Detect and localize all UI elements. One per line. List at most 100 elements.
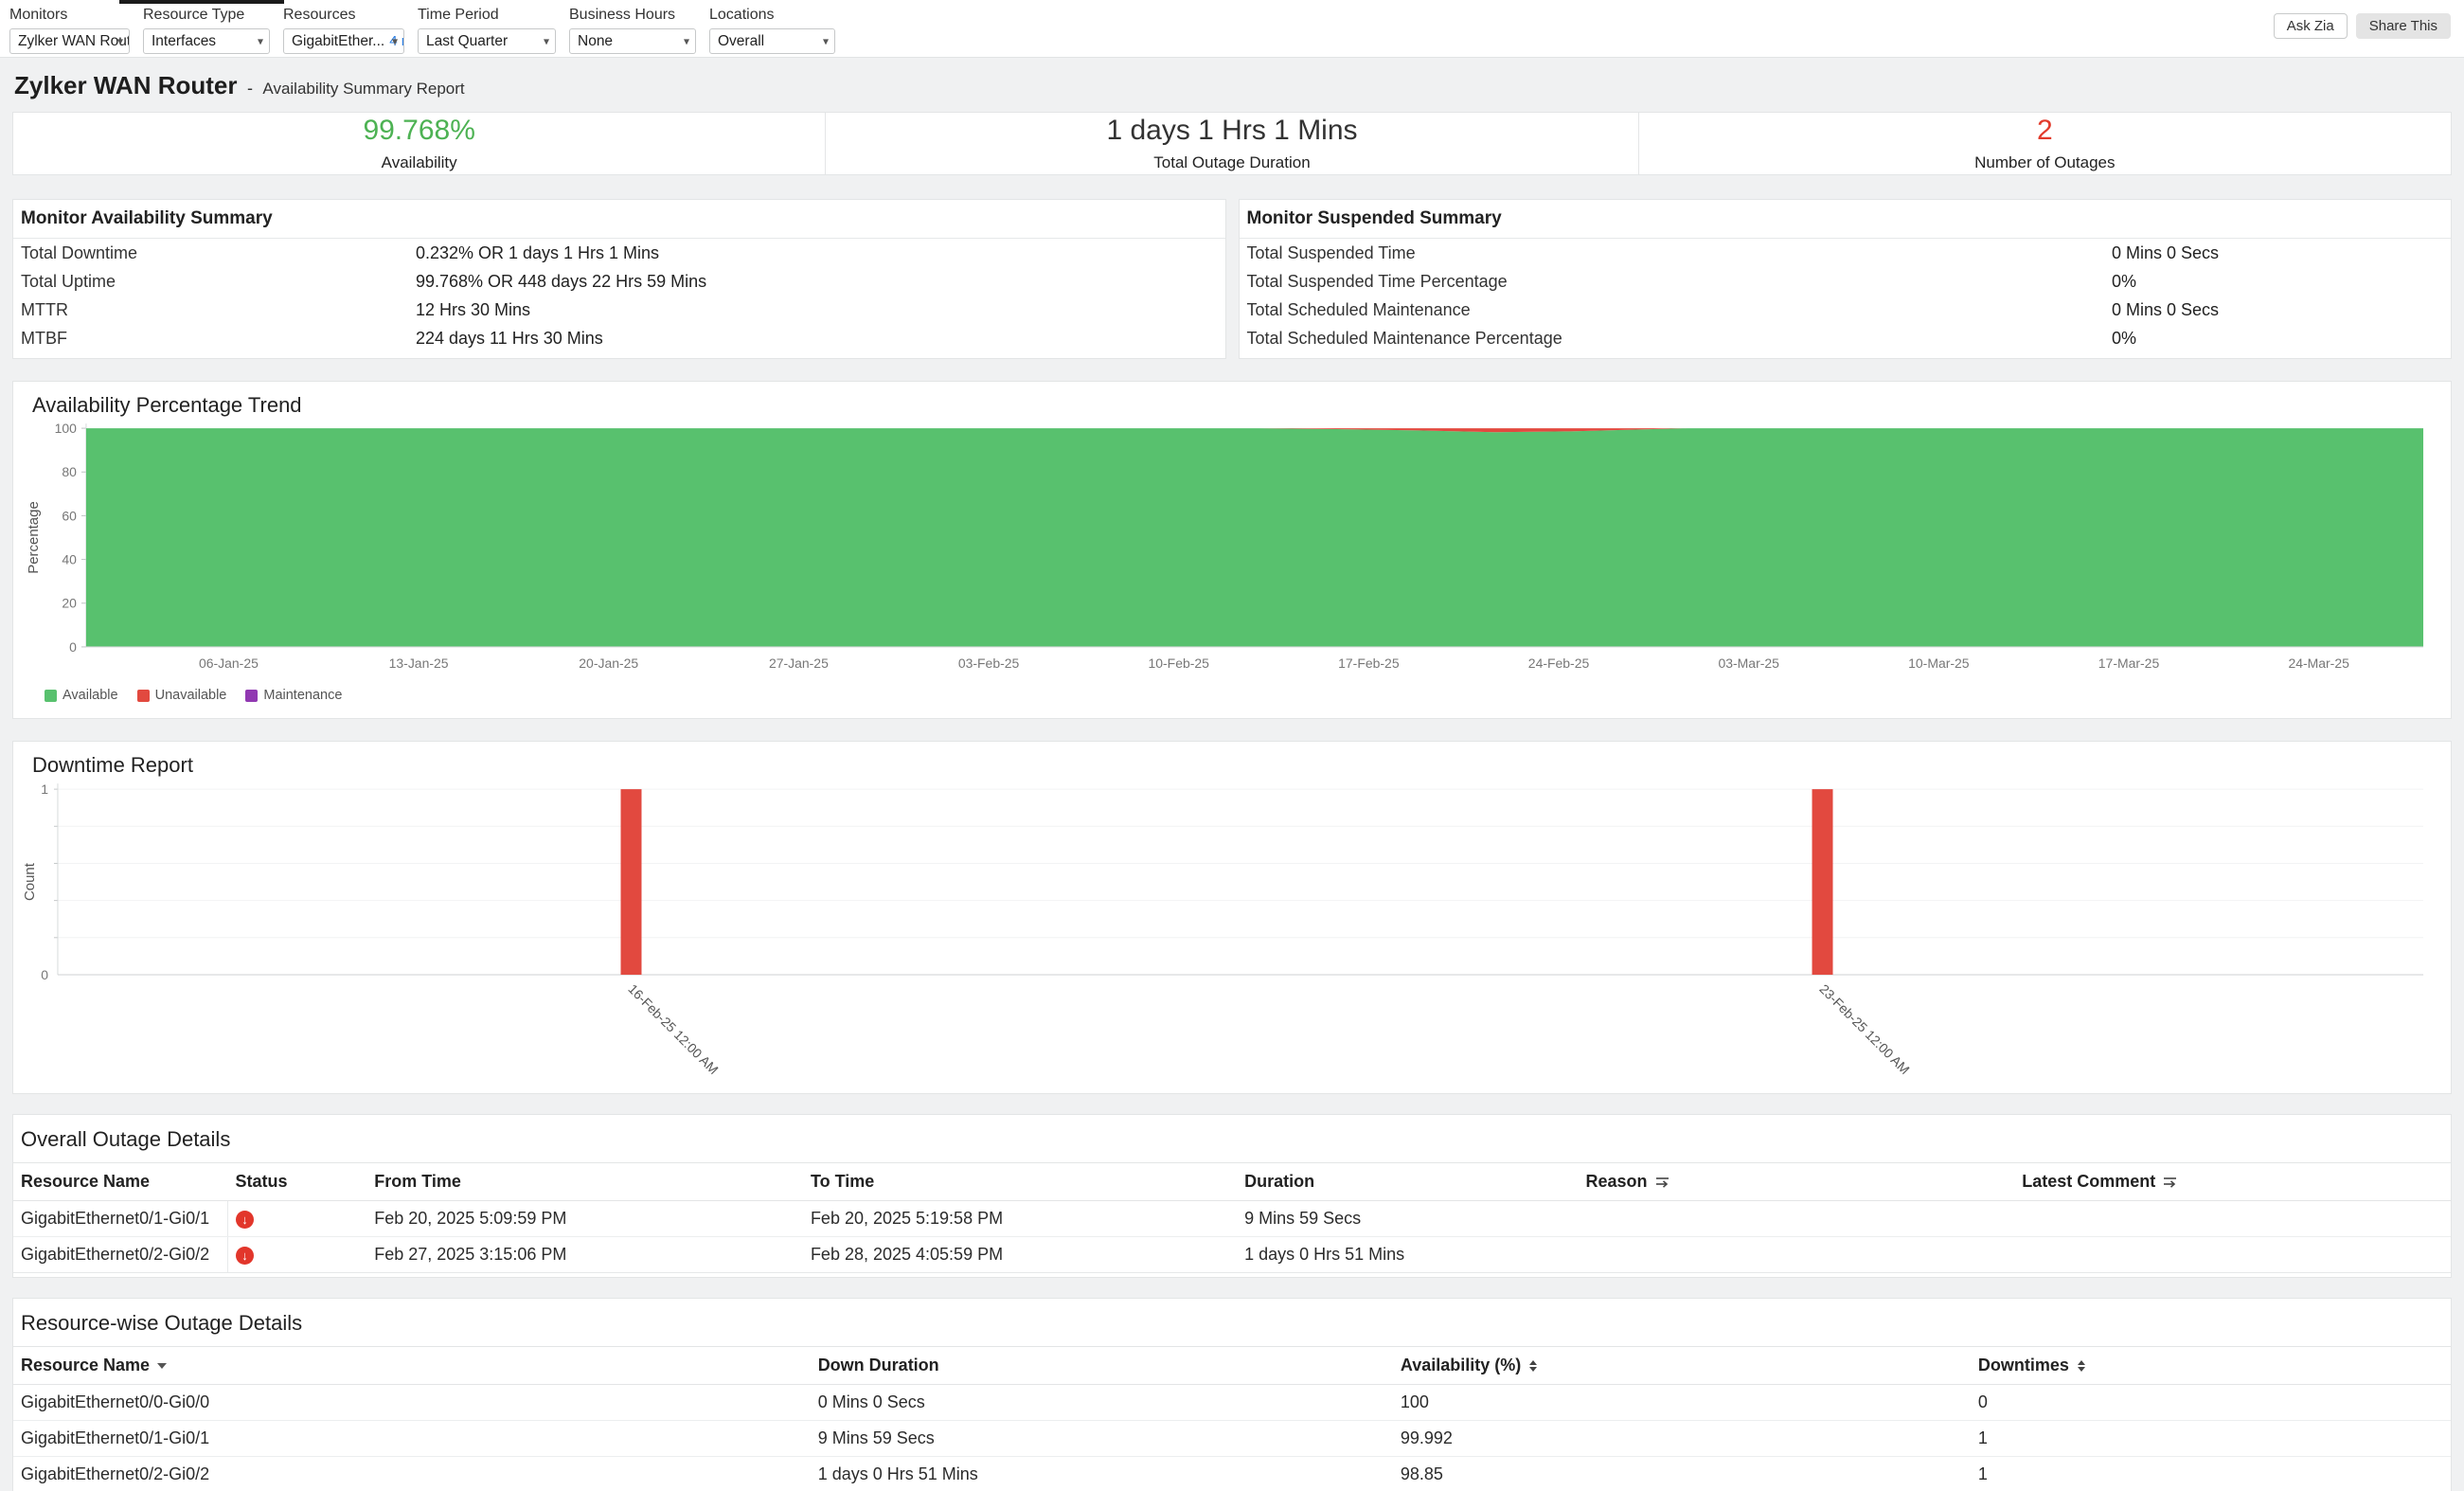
filter-business-hours: Business HoursNone▾ [569,7,696,54]
resource-outage-row: GigabitEthernet0/0-Gi0/00 Mins 0 Secs100… [13,1385,2451,1421]
y-tick-label: 0 [41,967,48,982]
summary-row-value: 0% [2112,272,2136,292]
active-tab-indicator [119,0,284,4]
cell-from-time: Feb 27, 2025 3:15:06 PM [366,1237,803,1273]
maintenance-swatch [245,690,258,702]
chevron-down-icon: ▾ [392,34,398,47]
filter-select-time-period[interactable]: Last Quarter▾ [418,28,556,54]
sort-desc-icon[interactable] [157,1363,167,1369]
availability-trend-card: Availability Percentage Trend 0204060801… [12,381,2452,719]
col-down-duration: Down Duration [811,1347,1393,1385]
sort-up-arrow [2078,1360,2085,1365]
availability-summary-rows: Total Downtime0.232% OR 1 days 1 Hrs 1 M… [13,239,1225,352]
selected-value: Interfaces [152,33,216,50]
summary-row-value: 0% [2112,329,2136,349]
summary-row-label: MTBF [21,329,416,349]
summary-row-value: 0 Mins 0 Secs [2112,300,2219,320]
summary-row-label: Total Suspended Time Percentage [1247,272,2113,292]
filter-locations: Locations Overall▾ [709,7,835,54]
header-row: Resource NameStatusFrom TimeTo TimeDurat… [13,1163,2451,1201]
x-tick-label: 17-Feb-25 [1338,656,1400,671]
report-title: Zylker WAN Router - Availability Summary… [14,71,2452,100]
summary-row-label: MTTR [21,300,416,320]
y-tick-label: 100 [55,421,78,436]
summary-row-value: 0.232% OR 1 days 1 Hrs 1 Mins [416,243,659,263]
downtime-bar[interactable] [621,789,642,975]
table-header: Resource NameStatusFrom TimeTo TimeDurat… [13,1163,2451,1201]
y-axis-title: Percentage [26,501,42,574]
topbar-actions: Ask Zia Share This [2274,7,2451,39]
filter-select-locations[interactable]: Overall▾ [709,28,835,54]
status-down-icon: ↓ [236,1247,254,1265]
col-from-time: From Time [366,1163,803,1201]
y-axis-title: Count [22,862,38,901]
summary-row-value: 0 Mins 0 Secs [2112,243,2219,263]
summary-row: Total Uptime99.768% OR 448 days 22 Hrs 5… [13,267,1225,296]
resource-outage-row: GigabitEthernet0/2-Gi0/21 days 0 Hrs 51 … [13,1457,2451,1491]
monitor-name: Zylker WAN Router [14,71,238,99]
summary-row-label: Total Suspended Time [1247,243,2113,263]
filter-select-resources[interactable]: GigabitEther...4 more▾ [283,28,404,54]
column-filter-icon[interactable] [2163,1176,2178,1189]
col-downtimes: Downtimes [1971,1347,2451,1385]
column-filter-icon[interactable] [1655,1176,1670,1189]
availability-trend-chart-container: 02040608010006-Jan-2513-Jan-2520-Jan-252… [13,418,2451,686]
cell-down-duration: 9 Mins 59 Secs [811,1421,1393,1457]
filter-resource-type: Resource TypeInterfaces▾ [143,7,270,54]
col-to-time: To Time [803,1163,1237,1201]
summary-row: Total Suspended Time Percentage0% [1240,267,2452,296]
share-this-button[interactable]: Share This [2356,13,2451,39]
summary-row: Total Suspended Time0 Mins 0 Secs [1240,239,2452,267]
cell-resource-name: GigabitEthernet0/2-Gi0/2 [13,1237,228,1273]
summary-row: Total Scheduled Maintenance0 Mins 0 Secs [1240,296,2452,324]
cell-reason [1578,1201,2014,1237]
sort-updown-icon[interactable] [2078,1360,2085,1372]
legend-item-unavailable: Unavailable [137,688,227,703]
summary-row-label: Total Scheduled Maintenance [1247,300,2113,320]
filter-select-resource-type[interactable]: Interfaces ▾ [143,28,270,54]
x-tick-label: 24-Feb-25 [1528,656,1590,671]
title-separator: - [247,79,253,98]
monitor-availability-summary: Monitor Availability Summary Total Downt… [12,199,1226,359]
cell-resource-name: GigabitEthernet0/0-Gi0/0 [13,1385,811,1421]
resource-outage-row: GigabitEthernet0/1-Gi0/19 Mins 59 Secs99… [13,1421,2451,1457]
cell-down-duration: 0 Mins 0 Secs [811,1385,1393,1421]
summary-card-number-of-outages: 2Number of Outages [1639,113,2451,174]
overall-outage-details-card: Overall Outage Details Resource NameStat… [12,1114,2452,1278]
cell-from-time: Feb 20, 2025 5:09:59 PM [366,1201,803,1237]
y-tick-label: 1 [41,781,48,797]
filter-label: Time Period [418,7,556,24]
y-tick-label: 0 [69,639,77,655]
chart-title: Availability Percentage Trend [13,382,2451,418]
filter-monitors: MonitorsZylker WAN Router▾ [9,7,130,54]
summary-row: Total Scheduled Maintenance Percentage0% [1240,324,2452,352]
selected-value: Last Quarter [426,33,508,50]
filter-label: Locations [709,7,835,24]
x-tick-label: 03-Mar-25 [1718,656,1779,671]
sort-updown-icon[interactable] [1529,1360,1537,1372]
cell-to-time: Feb 20, 2025 5:19:58 PM [803,1201,1237,1237]
summary-row: MTTR12 Hrs 30 Mins [13,296,1225,324]
selected-value: Zylker WAN Router [18,33,130,50]
available-swatch [45,690,57,702]
cell-downtimes: 1 [1971,1421,2451,1457]
summary-row: MTBF224 days 11 Hrs 30 Mins [13,324,1225,352]
sort-down-arrow [1529,1367,1537,1372]
filters-container: MonitorsZylker WAN Router▾Resource TypeI… [9,7,848,54]
chevron-down-icon: ▾ [684,34,689,47]
x-tick-label: 20-Jan-25 [579,656,638,671]
sort-up-arrow [1529,1360,1537,1365]
filter-select-monitors[interactable]: Zylker WAN Router▾ [9,28,130,54]
summary-row-value: 224 days 11 Hrs 30 Mins [416,329,603,349]
cell-to-time: Feb 28, 2025 4:05:59 PM [803,1237,1237,1273]
selected-value: Overall [718,33,764,50]
col-resource-name: Resource Name [13,1347,811,1385]
filter-select-business-hours[interactable]: None▾ [569,28,696,54]
downtime-bar[interactable] [1812,789,1833,975]
y-tick-label: 20 [62,596,77,611]
ask-zia-button[interactable]: Ask Zia [2274,13,2348,39]
summary-row-label: Total Scheduled Maintenance Percentage [1247,329,2113,349]
chevron-down-icon: ▾ [258,34,263,47]
summary-value: 1 days 1 Hrs 1 Mins [1106,115,1357,147]
chart-legend: AvailableUnavailableMaintenance [45,688,2451,703]
